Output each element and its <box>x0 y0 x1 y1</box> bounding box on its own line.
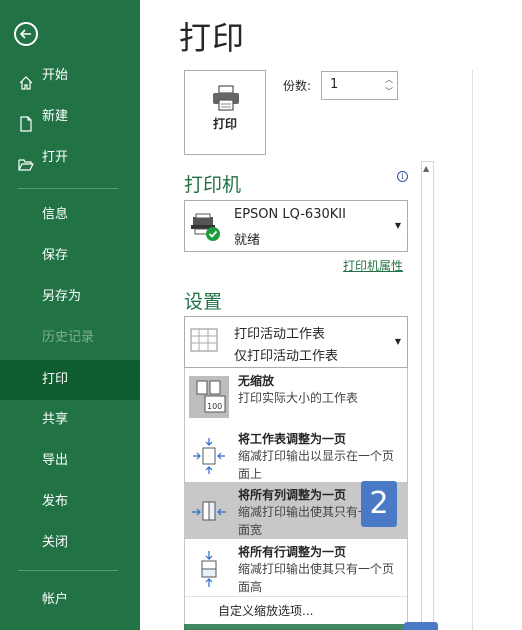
svg-text:100: 100 <box>207 402 222 411</box>
page-title: 打印 <box>179 19 246 57</box>
print-scope-title: 打印活动工作表 <box>234 327 326 342</box>
no-scaling-icon: 100 <box>189 376 229 422</box>
sidebar-item-label: 另存为 <box>42 289 82 304</box>
copies-value[interactable]: 1 <box>330 77 338 92</box>
sidebar-item-label: 打开 <box>42 150 69 165</box>
sidebar-item-history: 历史记录 <box>0 318 140 358</box>
sidebar-item-label: 历史记录 <box>42 330 95 345</box>
printer-ready-icon <box>190 212 224 246</box>
print-button-label: 打印 <box>212 117 237 131</box>
scaling-option-title: 将所有行调整为一页 <box>238 545 347 559</box>
info-icon[interactable]: i <box>397 171 408 182</box>
sidebar-item-label: 新建 <box>42 109 69 124</box>
copies-label: 份数: <box>283 79 312 93</box>
sidebar-item-open[interactable]: 打开 <box>0 138 140 178</box>
sidebar-item-save-as[interactable]: 另存为 <box>0 277 140 317</box>
sidebar-item-info[interactable]: 信息 <box>0 195 140 235</box>
sidebar-item-label: 关闭 <box>42 535 69 550</box>
scaling-option-title: 无缩放 <box>238 374 275 388</box>
scaling-option-no-scaling[interactable]: 100 无缩放 打印实际大小的工作表 <box>185 368 407 425</box>
scroll-up-icon[interactable]: ▲ <box>423 164 429 173</box>
worksheet-grid-icon <box>190 328 220 358</box>
settings-scrollbar[interactable]: ▲ <box>421 161 434 630</box>
print-backstage: 开始 新建 打开 信息 保存 另存为 历史记录 打印 共享 导出 发布 关闭 帐… <box>0 0 522 630</box>
printer-section-title: 打印机 <box>184 174 242 196</box>
sidebar-item-export[interactable]: 导出 <box>0 441 140 481</box>
print-scope-dropdown[interactable]: 打印活动工作表 仅打印活动工作表 ▼ <box>184 316 408 368</box>
sidebar-item-label: 发布 <box>42 494 69 509</box>
sidebar-item-label: 导出 <box>42 453 69 468</box>
sidebar-item-new[interactable]: 新建 <box>0 97 140 137</box>
menu-divider <box>185 596 407 597</box>
printer-icon <box>211 85 241 115</box>
sidebar-item-home[interactable]: 开始 <box>0 56 140 96</box>
scaling-option-fit-sheet[interactable]: 将工作表调整为一页 缩减打印输出以显示在一个页面上 <box>185 426 407 483</box>
printer-properties-link[interactable]: 打印机属性 <box>343 257 403 274</box>
fit-sheet-icon <box>189 436 229 480</box>
chevron-up-icon[interactable]: ︿ <box>385 74 393 85</box>
sidebar-item-label: 共享 <box>42 412 69 427</box>
copies-stepper[interactable]: 1 ︿ ﹀ <box>321 71 398 100</box>
back-arrow-icon[interactable] <box>14 22 38 46</box>
sidebar-item-label: 帐户 <box>42 592 69 607</box>
sidebar-divider <box>18 188 118 189</box>
page-setup-bar <box>184 624 408 630</box>
sidebar-divider <box>18 570 118 571</box>
scaling-option-title: 将工作表调整为一页 <box>238 432 347 446</box>
caret-down-icon: ▼ <box>394 337 401 346</box>
step-badge: 2 <box>361 481 397 527</box>
sidebar-item-label: 开始 <box>42 68 69 83</box>
sidebar-item-label: 信息 <box>42 207 69 222</box>
scaling-option-desc: 缩减打印输出以显示在一个页面上 <box>238 449 395 481</box>
scaling-option-title: 将所有列调整为一页 <box>238 488 347 502</box>
sidebar-item-share[interactable]: 共享 <box>0 400 140 440</box>
sidebar-item-publish[interactable]: 发布 <box>0 482 140 522</box>
sidebar-item-label: 保存 <box>42 248 69 263</box>
sidebar-item-save[interactable]: 保存 <box>0 236 140 276</box>
scaling-option-desc: 缩减打印输出使其只有一个页面高 <box>238 562 395 594</box>
sidebar-item-account[interactable]: 帐户 <box>0 580 140 620</box>
printer-name: EPSON LQ-630KII <box>234 207 346 222</box>
printer-dropdown[interactable]: EPSON LQ-630KII 就绪 ▼ <box>184 200 408 252</box>
sidebar-item-label: 打印 <box>42 372 69 387</box>
scaling-option-desc: 打印实际大小的工作表 <box>238 391 359 405</box>
sidebar-item-close[interactable]: 关闭 <box>0 523 140 563</box>
new-document-icon <box>18 109 34 132</box>
sidebar-item-print[interactable]: 打印 <box>0 360 140 400</box>
home-icon <box>18 68 34 90</box>
scroll-indicator <box>404 622 438 630</box>
backstage-sidebar: 开始 新建 打开 信息 保存 另存为 历史记录 打印 共享 导出 发布 关闭 帐… <box>0 0 140 630</box>
preview-pane-border <box>472 70 473 630</box>
fit-columns-icon <box>189 492 229 536</box>
custom-scaling-options[interactable]: 自定义缩放选项... <box>218 602 313 619</box>
settings-section-title: 设置 <box>184 291 223 313</box>
chevron-down-icon[interactable]: ﹀ <box>385 86 393 97</box>
open-folder-icon <box>18 150 34 171</box>
fit-rows-icon <box>189 549 229 593</box>
print-button[interactable]: 打印 <box>184 70 266 155</box>
caret-down-icon: ▼ <box>394 221 401 230</box>
print-scope-desc: 仅打印活动工作表 <box>234 349 339 364</box>
scaling-option-fit-rows[interactable]: 将所有行调整为一页 缩减打印输出使其只有一个页面高 <box>185 539 407 596</box>
printer-status: 就绪 <box>234 233 261 248</box>
